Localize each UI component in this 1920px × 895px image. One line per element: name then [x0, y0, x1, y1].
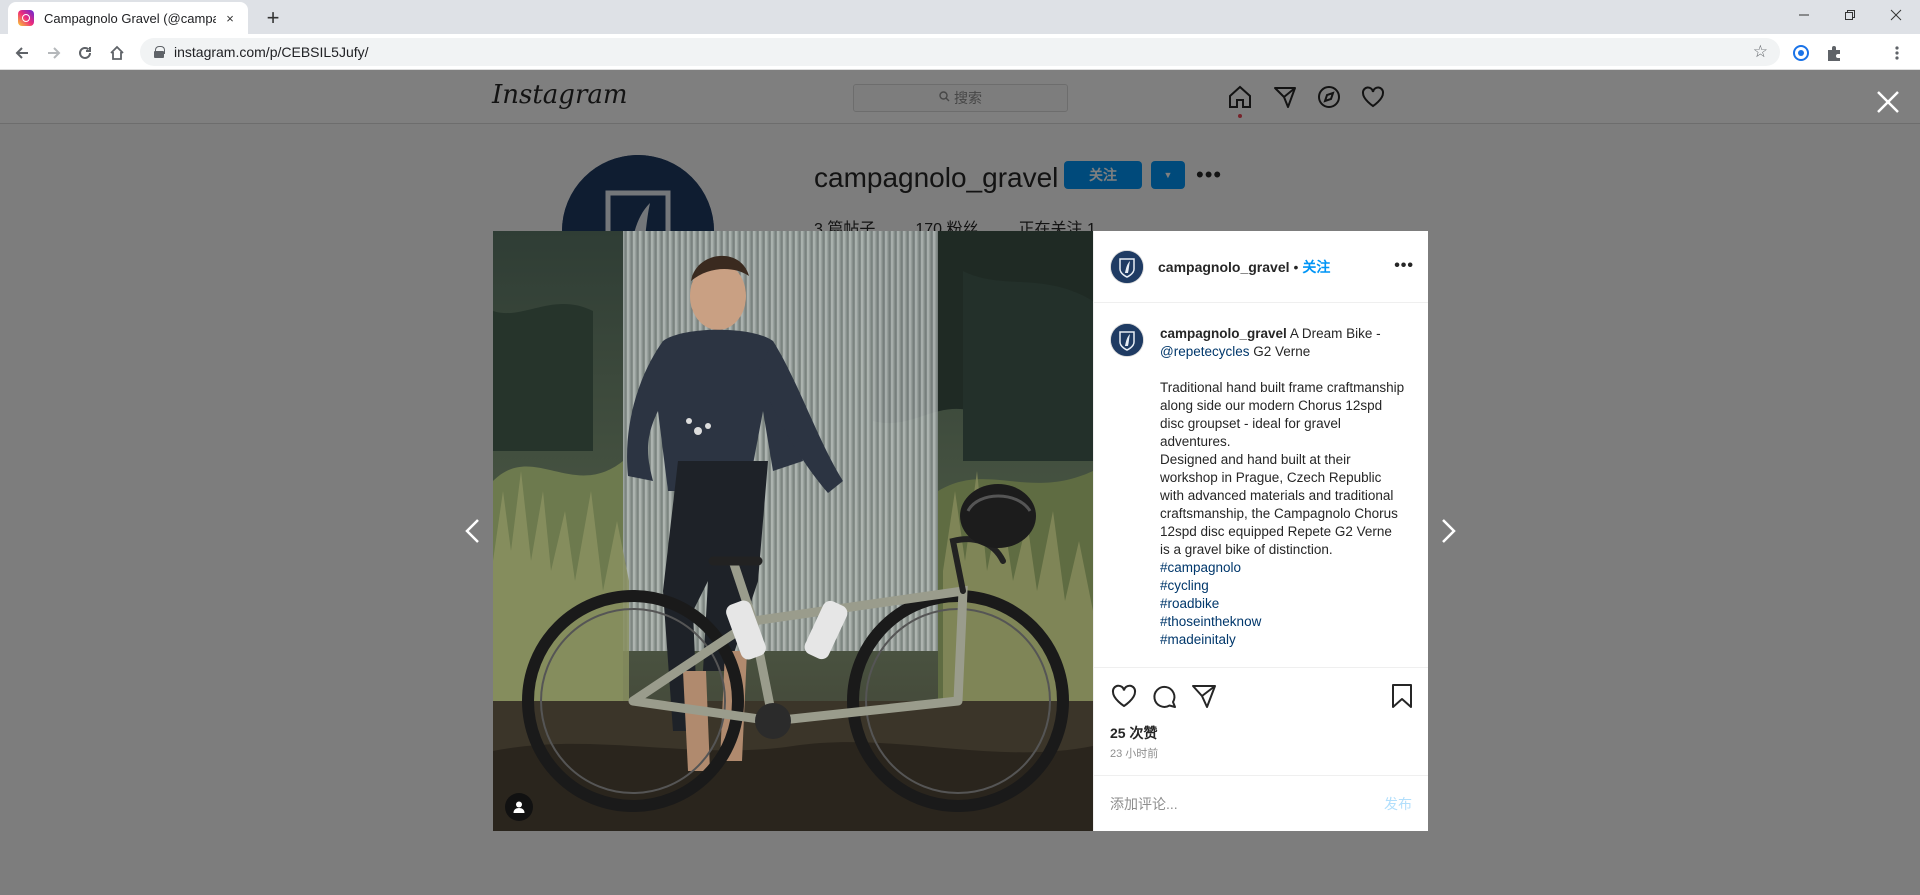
comment-bubble-icon[interactable] — [1150, 682, 1178, 710]
hashtag-list: #campagnolo #cycling #roadbike #thoseint… — [1160, 559, 1405, 649]
tab-close-icon[interactable]: × — [222, 10, 238, 26]
caption-author-avatar[interactable] — [1110, 323, 1144, 357]
post-modal: campagnolo_gravel • 关注 ••• campagnolo_gr… — [493, 231, 1428, 831]
like-count[interactable]: 25 次赞 — [1094, 723, 1428, 745]
post-comment-button[interactable]: 发布 — [1384, 794, 1412, 814]
post-author-avatar[interactable] — [1110, 249, 1144, 284]
new-tab-button[interactable]: + — [260, 5, 286, 31]
previous-post-arrow-icon[interactable] — [462, 517, 484, 545]
extension-icon[interactable] — [1788, 40, 1814, 66]
home-icon[interactable] — [104, 40, 130, 66]
caption-intro: A Dream Bike - — [1289, 326, 1381, 341]
url-text: instagram.com/p/CEBSIL5Jufy/ — [174, 44, 369, 60]
post-actions — [1094, 667, 1428, 723]
post-more-options-icon[interactable]: ••• — [1394, 257, 1414, 275]
browser-toolbar: instagram.com/p/CEBSIL5Jufy/ ☆ — [0, 34, 1920, 70]
tagged-user-icon[interactable] — [505, 793, 533, 821]
caption-text: campagnolo_gravel A Dream Bike - @repete… — [1160, 325, 1405, 667]
separator-dot: • — [1293, 258, 1299, 275]
restore-icon[interactable] — [1827, 0, 1873, 30]
post-photo[interactable] — [493, 231, 1093, 831]
hashtag-link[interactable]: #thoseintheknow — [1160, 613, 1405, 631]
like-heart-icon[interactable] — [1110, 682, 1138, 710]
address-bar[interactable]: instagram.com/p/CEBSIL5Jufy/ ☆ — [140, 38, 1780, 66]
post-sidebar: campagnolo_gravel • 关注 ••• campagnolo_gr… — [1093, 231, 1428, 831]
browser-menu-icon[interactable] — [1884, 40, 1910, 66]
puzzle-extensions-icon[interactable] — [1821, 40, 1847, 66]
minimize-icon[interactable] — [1781, 0, 1827, 30]
instagram-favicon-icon — [18, 10, 34, 26]
next-post-arrow-icon[interactable] — [1437, 517, 1459, 545]
bookmark-star-icon[interactable]: ☆ — [1753, 42, 1768, 62]
caption-username[interactable]: campagnolo_gravel — [1160, 326, 1287, 341]
hashtag-link[interactable]: #madeinitaly — [1160, 631, 1405, 649]
reload-icon[interactable] — [72, 40, 98, 66]
bike-photo-image — [493, 231, 1093, 831]
caption-mention-link[interactable]: @repetecycles — [1160, 344, 1250, 359]
hashtag-link[interactable]: #roadbike — [1160, 595, 1405, 613]
hashtag-link[interactable]: #cycling — [1160, 577, 1405, 595]
tab-title: Campagnolo Gravel (@campagnolo_gravel) — [44, 10, 216, 26]
post-caption: campagnolo_gravel A Dream Bike - @repete… — [1094, 303, 1428, 667]
window-close-icon[interactable] — [1873, 0, 1919, 30]
post-author-username[interactable]: campagnolo_gravel — [1158, 259, 1290, 275]
forward-arrow-icon[interactable] — [41, 40, 67, 66]
comment-input[interactable] — [1110, 795, 1384, 812]
comment-form: 发布 — [1094, 775, 1428, 831]
browser-tab[interactable]: Campagnolo Gravel (@campagnolo_gravel) × — [8, 2, 248, 34]
save-bookmark-icon[interactable] — [1388, 682, 1416, 710]
post-timestamp: 23 小时前 — [1110, 748, 1159, 760]
modal-close-icon[interactable] — [1874, 88, 1902, 116]
lock-icon — [154, 46, 165, 58]
post-follow-button[interactable]: 关注 — [1302, 257, 1330, 277]
caption-paragraph: Traditional hand built frame craftmanshi… — [1160, 380, 1405, 557]
post-header: campagnolo_gravel • 关注 ••• — [1094, 231, 1428, 303]
browser-tab-bar: Campagnolo Gravel (@campagnolo_gravel) ×… — [0, 0, 1920, 34]
caption-model: G2 Verne — [1253, 344, 1311, 359]
hashtag-link[interactable]: #campagnolo — [1160, 559, 1405, 577]
back-arrow-icon[interactable] — [9, 40, 35, 66]
share-send-icon[interactable] — [1190, 682, 1218, 710]
